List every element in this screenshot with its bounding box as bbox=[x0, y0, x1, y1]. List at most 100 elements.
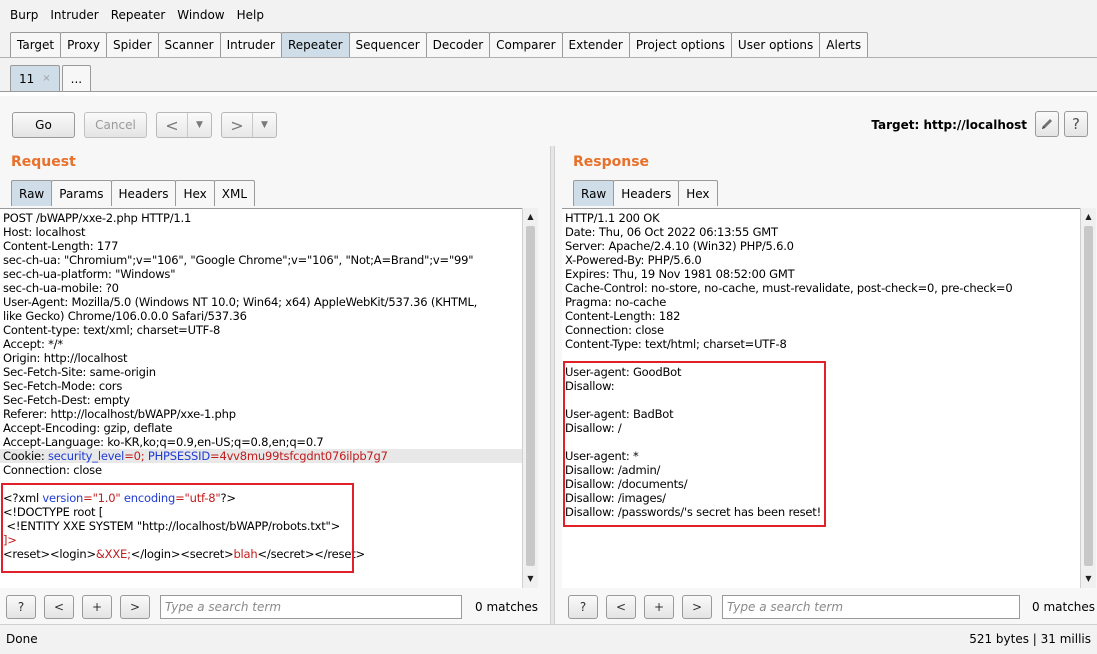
subtab-new[interactable]: ... bbox=[61, 65, 92, 91]
search-help-button[interactable]: ? bbox=[6, 595, 36, 619]
highlight-box bbox=[1, 483, 354, 573]
cookie-prefix: Cookie: bbox=[3, 449, 48, 463]
response-line: Server: Apache/2.4.10 (Win32) PHP/5.6.0 bbox=[565, 239, 794, 253]
tab-extender[interactable]: Extender bbox=[561, 32, 630, 57]
response-tab-headers[interactable]: Headers bbox=[613, 180, 680, 206]
scroll-thumb[interactable] bbox=[1084, 226, 1093, 566]
request-line: like Gecko) Chrome/106.0.0.0 Safari/537.… bbox=[3, 309, 247, 323]
response-line: Cache-Control: no-store, no-cache, must-… bbox=[565, 281, 1013, 295]
search-add-button[interactable]: + bbox=[82, 595, 112, 619]
request-title: Request bbox=[11, 154, 76, 170]
request-line: POST /bWAPP/xxe-2.php HTTP/1.1 bbox=[3, 211, 192, 225]
request-line: Sec-Fetch-Mode: cors bbox=[3, 379, 123, 393]
cookie-key-phpsessid: PHPSESSID bbox=[147, 449, 211, 463]
response-line: X-Powered-By: PHP/5.6.0 bbox=[565, 253, 702, 267]
request-line: Accept: */* bbox=[3, 337, 63, 351]
request-line: Referer: http://localhost/bWAPP/xxe-1.ph… bbox=[3, 407, 236, 421]
search-next-button[interactable]: > bbox=[120, 595, 150, 619]
request-line: Content-Length: 177 bbox=[3, 239, 119, 253]
request-line: sec-ch-ua-platform: "Windows" bbox=[3, 267, 176, 281]
tab-spider[interactable]: Spider bbox=[106, 32, 159, 57]
target-label: Target: http://localhost bbox=[871, 118, 1027, 132]
chevron-left-icon: < bbox=[165, 115, 179, 135]
scroll-down-icon[interactable]: ▼ bbox=[523, 572, 538, 586]
search-prev-button[interactable]: < bbox=[606, 595, 636, 619]
chevron-down-icon[interactable]: ▼ bbox=[252, 113, 276, 137]
request-tab-raw[interactable]: Raw bbox=[11, 180, 53, 206]
menu-burp[interactable]: Burp bbox=[4, 8, 44, 22]
request-search-input[interactable]: Type a search term bbox=[160, 595, 462, 619]
menu-repeater[interactable]: Repeater bbox=[105, 8, 172, 22]
request-line: Sec-Fetch-Dest: empty bbox=[3, 393, 130, 407]
request-line: User-Agent: Mozilla/5.0 (Windows NT 10.0… bbox=[3, 295, 478, 309]
tab-intruder[interactable]: Intruder bbox=[219, 32, 282, 57]
request-line: Accept-Encoding: gzip, deflate bbox=[3, 421, 173, 435]
response-search-row: ? < + > Type a search term 0 matches bbox=[555, 591, 1097, 621]
request-line: Origin: http://localhost bbox=[3, 351, 128, 365]
menu-bar: Burp Intruder Repeater Window Help bbox=[0, 0, 1097, 30]
response-tabs: Raw Headers Hex bbox=[573, 180, 718, 206]
search-help-button[interactable]: ? bbox=[568, 595, 598, 619]
response-pane: Response Raw Headers Hex HTTP/1.1 200 OK… bbox=[555, 146, 1097, 624]
repeater-toolbar: Go Cancel < ▼ > ▼ Target: http://localho… bbox=[0, 96, 1097, 146]
cookie-line: Cookie: security_level=0; PHPSESSID=4vv8… bbox=[0, 449, 522, 463]
menu-intruder[interactable]: Intruder bbox=[44, 8, 104, 22]
tab-sequencer[interactable]: Sequencer bbox=[348, 32, 427, 57]
subtab-label: 11 bbox=[19, 71, 35, 86]
main-tab-strip: Target Proxy Spider Scanner Intruder Rep… bbox=[0, 30, 1097, 58]
back-button[interactable]: < ▼ bbox=[156, 112, 212, 138]
tab-user-options[interactable]: User options bbox=[730, 32, 821, 57]
request-line: Accept-Language: ko-KR,ko;q=0.9,en-US;q=… bbox=[3, 435, 324, 449]
tab-decoder[interactable]: Decoder bbox=[425, 32, 491, 57]
tab-repeater[interactable]: Repeater bbox=[280, 32, 350, 57]
request-tabs: Raw Params Headers Hex XML bbox=[11, 180, 256, 206]
cookie-value: =4vv8mu99tsfcgdnt076ilpb7g7 bbox=[210, 449, 388, 463]
menu-help[interactable]: Help bbox=[231, 8, 270, 22]
tab-target[interactable]: Target bbox=[10, 32, 62, 57]
response-line: Expires: Thu, 19 Nov 1981 08:52:00 GMT bbox=[565, 267, 795, 281]
response-line: Connection: close bbox=[565, 323, 664, 337]
response-line: HTTP/1.1 200 OK bbox=[565, 211, 660, 225]
request-pane: Request Raw Params Headers Hex XML POST … bbox=[0, 146, 550, 624]
response-tab-raw[interactable]: Raw bbox=[573, 180, 615, 206]
response-scrollbar[interactable]: ▲ ▼ bbox=[1080, 208, 1096, 588]
tab-scanner[interactable]: Scanner bbox=[157, 32, 221, 57]
cancel-button[interactable]: Cancel bbox=[84, 112, 147, 138]
help-icon[interactable]: ? bbox=[1064, 111, 1088, 137]
status-bar: Done 521 bytes | 31 millis bbox=[0, 624, 1097, 654]
response-line: Content-Length: 182 bbox=[565, 309, 681, 323]
request-tab-hex[interactable]: Hex bbox=[175, 180, 215, 206]
scroll-up-icon[interactable]: ▲ bbox=[1081, 210, 1096, 224]
close-icon[interactable]: × bbox=[42, 73, 50, 84]
pencil-icon[interactable] bbox=[1035, 111, 1059, 137]
request-scrollbar[interactable]: ▲ ▼ bbox=[522, 208, 538, 588]
scroll-thumb[interactable] bbox=[526, 226, 535, 566]
go-button[interactable]: Go bbox=[12, 112, 75, 138]
tab-alerts[interactable]: Alerts bbox=[819, 32, 869, 57]
subtab-11[interactable]: 11 × bbox=[10, 65, 60, 91]
search-next-button[interactable]: > bbox=[682, 595, 712, 619]
request-tab-headers[interactable]: Headers bbox=[110, 180, 177, 206]
tab-comparer[interactable]: Comparer bbox=[489, 32, 563, 57]
menu-window[interactable]: Window bbox=[171, 8, 230, 22]
cookie-key-security-level: security_level bbox=[47, 449, 125, 463]
request-line: Connection: close bbox=[3, 463, 102, 477]
forward-button[interactable]: > ▼ bbox=[221, 112, 277, 138]
chevron-down-icon[interactable]: ▼ bbox=[187, 113, 211, 137]
response-line: Content-Type: text/html; charset=UTF-8 bbox=[565, 337, 787, 351]
response-search-input[interactable]: Type a search term bbox=[722, 595, 1020, 619]
response-line: Pragma: no-cache bbox=[565, 295, 667, 309]
tab-proxy[interactable]: Proxy bbox=[60, 32, 107, 57]
request-tab-params[interactable]: Params bbox=[51, 180, 112, 206]
cookie-value: =0; bbox=[124, 449, 148, 463]
response-tab-hex[interactable]: Hex bbox=[678, 180, 718, 206]
search-add-button[interactable]: + bbox=[644, 595, 674, 619]
request-line: sec-ch-ua: "Chromium";v="106", "Google C… bbox=[3, 253, 474, 267]
search-prev-button[interactable]: < bbox=[44, 595, 74, 619]
request-line: sec-ch-ua-mobile: ?0 bbox=[3, 281, 119, 295]
scroll-down-icon[interactable]: ▼ bbox=[1081, 572, 1096, 586]
request-tab-xml[interactable]: XML bbox=[213, 180, 256, 206]
tab-project-options[interactable]: Project options bbox=[628, 32, 732, 57]
scroll-up-icon[interactable]: ▲ bbox=[523, 210, 538, 224]
chevron-right-icon: > bbox=[230, 115, 244, 135]
